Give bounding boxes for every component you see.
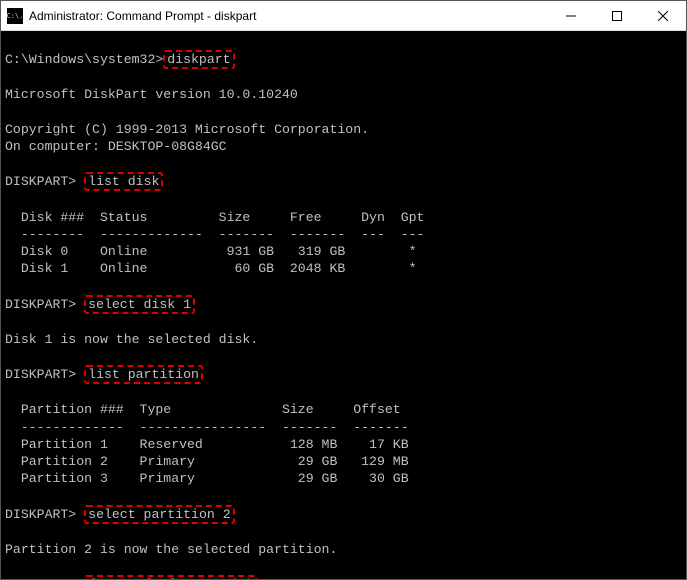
diskpart-prompt: DISKPART> (5, 297, 76, 312)
cmd-diskpart: diskpart (167, 52, 230, 67)
highlight-list-partition: list partition (84, 365, 203, 384)
diskpart-prompt: DISKPART> (5, 174, 76, 189)
minimize-icon (566, 11, 576, 21)
table-row: Partition 3 Primary 29 GB 30 GB (5, 471, 409, 486)
diskpart-prompt: DISKPART> (5, 367, 76, 382)
terminal-output[interactable]: C:\Windows\system32> diskpart Microsoft D… (1, 31, 686, 579)
cmd-icon: C:\. (7, 8, 23, 24)
version-line: Microsoft DiskPart version 10.0.10240 (5, 87, 298, 102)
diskpart-prompt: DISKPART> (5, 577, 76, 579)
title-bar[interactable]: C:\. Administrator: Command Prompt - dis… (1, 1, 686, 31)
table-row: Partition 1 Reserved 128 MB 17 KB (5, 437, 409, 452)
minimize-button[interactable] (548, 1, 594, 31)
cmd-select-disk: select disk 1 (88, 297, 191, 312)
table-row: Partition 2 Primary 29 GB 129 MB (5, 454, 409, 469)
cmd-list-disk: list disk (88, 174, 159, 189)
close-button[interactable] (640, 1, 686, 31)
highlight-diskpart: diskpart (163, 50, 234, 69)
copyright-line: Copyright (C) 1999-2013 Microsoft Corpor… (5, 122, 369, 137)
highlight-list-disk: list disk (84, 172, 163, 191)
selected-partition-msg: Partition 2 is now the selected partitio… (5, 542, 337, 557)
computer-line: On computer: DESKTOP-08G84GC (5, 139, 227, 154)
table-row: Disk 0 Online 931 GB 319 GB * (5, 244, 417, 259)
disk-table-divider: -------- ------------- ------- ------- -… (5, 227, 424, 242)
partition-table-divider: ------------- ---------------- ------- -… (5, 420, 409, 435)
maximize-icon (612, 11, 622, 21)
close-icon (658, 11, 668, 21)
prompt-path: C:\Windows\system32> (5, 52, 163, 67)
maximize-button[interactable] (594, 1, 640, 31)
selected-disk-msg: Disk 1 is now the selected disk. (5, 332, 258, 347)
cmd-list-partition: list partition (88, 367, 199, 382)
highlight-select-partition: select partition 2 (84, 505, 234, 524)
cmd-select-partition: select partition 2 (88, 507, 230, 522)
highlight-format: format fs=fat32 quick (84, 575, 258, 579)
partition-table-header: Partition ### Type Size Offset (5, 402, 401, 417)
window-title: Administrator: Command Prompt - diskpart (29, 9, 256, 23)
cmd-format: format fs=fat32 quick (88, 577, 254, 579)
disk-table-header: Disk ### Status Size Free Dyn Gpt (5, 210, 424, 225)
diskpart-prompt: DISKPART> (5, 507, 76, 522)
highlight-select-disk: select disk 1 (84, 295, 195, 314)
table-row: Disk 1 Online 60 GB 2048 KB * (5, 261, 417, 276)
